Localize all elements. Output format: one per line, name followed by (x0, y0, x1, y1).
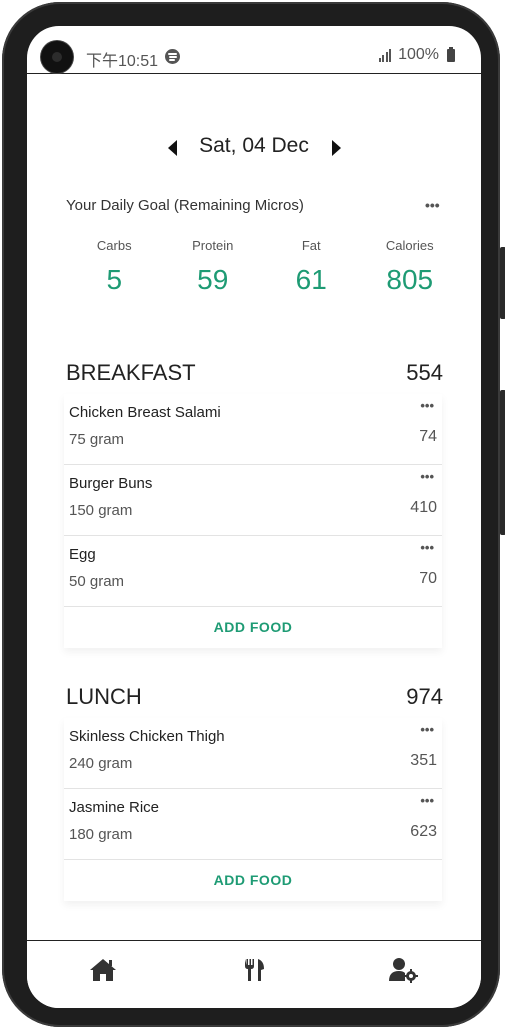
current-date[interactable]: Sat, 04 Dec (177, 134, 331, 158)
user-settings-icon[interactable] (388, 957, 428, 987)
front-camera (41, 41, 73, 73)
app-screen: 下午10:51 100% Sat, 04 Dec Your Daily Goal… (27, 26, 481, 1008)
more-options-icon[interactable]: ••• (420, 793, 434, 808)
status-time: 下午10:51 (86, 53, 159, 70)
food-item[interactable]: Egg 50 gram ••• 70 (64, 536, 442, 607)
fork-knife-icon[interactable] (243, 957, 283, 987)
battery-percent: 100% (398, 46, 439, 63)
food-calories: 623 (410, 823, 437, 840)
food-item[interactable]: Jasmine Rice 180 gram ••• 623 (64, 789, 442, 860)
bottom-navigation (27, 940, 481, 1008)
food-quantity: 50 gram (69, 573, 125, 590)
food-quantity: 150 gram (69, 502, 133, 519)
food-name: Burger Buns (69, 475, 153, 492)
volume-button (500, 247, 505, 319)
food-item[interactable]: Chicken Breast Salami 75 gram ••• 74 (64, 394, 442, 465)
daily-goal-menu-icon[interactable]: ••• (425, 198, 440, 212)
battery-icon (447, 46, 455, 62)
meal-total-breakfast: 554 (406, 360, 443, 385)
food-calories: 70 (419, 570, 437, 587)
meal-title-breakfast: BREAKFAST (66, 360, 196, 385)
food-calories: 74 (419, 428, 437, 445)
meal-total-lunch: 974 (406, 684, 443, 709)
previous-day-icon[interactable] (168, 140, 177, 156)
food-name: Chicken Breast Salami (69, 404, 221, 421)
macro-value: 805 (386, 264, 434, 295)
lunch-food-list: Skinless Chicken Thigh 240 gram ••• 351 … (64, 718, 442, 901)
food-calories: 410 (410, 499, 437, 516)
macro-label: Calories (385, 238, 434, 253)
more-options-icon[interactable]: ••• (420, 398, 434, 413)
macro-summary: Carbs 5 Protein 59 Fat 61 Calories 805 (65, 238, 459, 296)
macro-label: Fat (301, 238, 321, 253)
food-quantity: 240 gram (69, 755, 133, 772)
food-quantity: 180 gram (69, 826, 133, 843)
macro-value: 5 (106, 264, 123, 295)
more-options-icon[interactable]: ••• (420, 722, 434, 737)
food-calories: 351 (410, 752, 437, 769)
macro-value: 61 (295, 264, 327, 295)
macro-calories: Calories 805 (361, 238, 460, 296)
add-food-button[interactable]: ADD FOOD (64, 860, 442, 901)
add-food-button[interactable]: ADD FOOD (64, 607, 442, 648)
food-name: Jasmine Rice (69, 799, 160, 816)
spotify-icon (165, 49, 180, 64)
next-day-icon[interactable] (332, 140, 341, 156)
food-item[interactable]: Skinless Chicken Thigh 240 gram ••• 351 (64, 718, 442, 789)
status-bar: 下午10:51 100% (27, 26, 481, 74)
more-options-icon[interactable]: ••• (420, 469, 434, 484)
breakfast-food-list: Chicken Breast Salami 75 gram ••• 74 Bur… (64, 394, 442, 648)
more-options-icon[interactable]: ••• (420, 540, 434, 555)
phone-frame: 下午10:51 100% Sat, 04 Dec Your Daily Goal… (2, 2, 505, 1027)
meal-title-lunch: LUNCH (66, 684, 142, 709)
food-item[interactable]: Burger Buns 150 gram ••• 410 (64, 465, 442, 536)
power-button (500, 390, 505, 535)
macro-label: Carbs (96, 238, 132, 253)
status-right: 100% (378, 46, 455, 64)
home-icon[interactable] (88, 957, 128, 987)
food-name: Egg (69, 546, 96, 563)
daily-goal-title: Your Daily Goal (Remaining Micros) (66, 197, 304, 214)
macro-fat: Fat 61 (262, 238, 361, 296)
signal-icon (378, 48, 392, 62)
macro-protein: Protein 59 (164, 238, 263, 296)
macro-carbs: Carbs 5 (65, 238, 164, 296)
food-quantity: 75 gram (69, 431, 125, 448)
food-name: Skinless Chicken Thigh (69, 728, 225, 745)
macro-value: 59 (197, 264, 229, 295)
macro-label: Protein (192, 238, 234, 253)
date-navigator: Sat, 04 Dec (27, 134, 481, 162)
